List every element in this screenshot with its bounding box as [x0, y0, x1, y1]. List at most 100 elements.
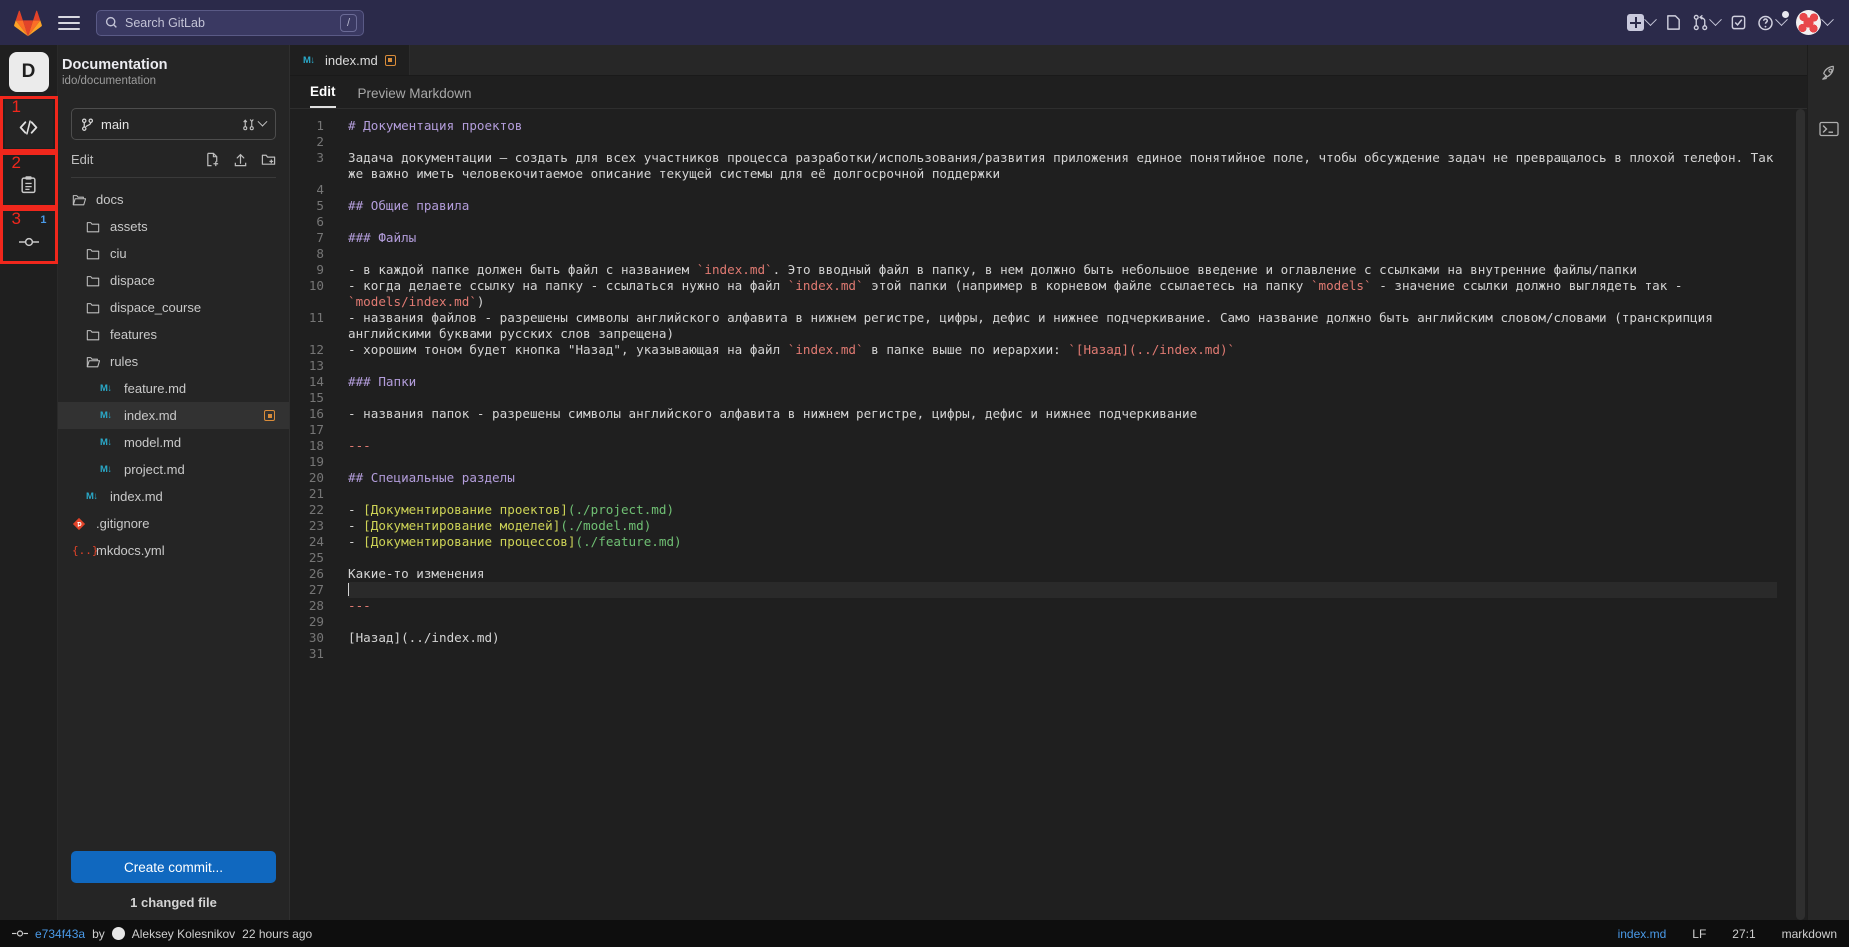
new-file-icon[interactable]: [205, 152, 220, 167]
file-tree-item-label: feature.md: [124, 381, 187, 396]
main-body: D 1 2 3 1 Documentation ido/documentatio…: [0, 45, 1849, 920]
create-commit-button[interactable]: Create commit...: [71, 851, 276, 883]
annotation-number-1: 1: [11, 97, 21, 116]
commit-author: Aleksey Kolesnikov: [131, 926, 236, 941]
git-file-icon: [72, 517, 88, 531]
file-tree-item[interactable]: dispace_course: [58, 294, 289, 321]
unsaved-changes-indicator-icon: [384, 54, 396, 66]
file-tree-item[interactable]: M↓ project.md: [58, 456, 289, 483]
line-number: 13: [308, 358, 324, 373]
create-new-button[interactable]: [1624, 10, 1658, 35]
file-tree-item[interactable]: .gitignore: [58, 510, 289, 537]
file-tree-item[interactable]: features: [58, 321, 289, 348]
search-input[interactable]: Search GitLab /: [96, 9, 364, 36]
folder-icon: [86, 301, 102, 315]
file-tree-item[interactable]: ciu: [58, 240, 289, 267]
folder-icon: [86, 328, 102, 342]
code-token: (./project.md): [567, 502, 675, 517]
line-number-gutter: 123 4 5 6 7 8 9 10 11 12 13 14 15 16 17 18 19 20 21 22 23…: [290, 118, 334, 920]
file-explorer-panel: Documentation ido/documentation main Edi…: [58, 45, 290, 920]
file-tree-item[interactable]: docs: [58, 186, 289, 213]
status-file-name[interactable]: index.md: [1618, 927, 1667, 941]
folder-open-icon: [86, 355, 102, 369]
file-tree-item[interactable]: M↓ index.md: [58, 402, 289, 429]
file-tree-item-label: mkdocs.yml: [96, 543, 165, 558]
file-tree-item-label: model.md: [124, 435, 182, 450]
code-token: ---: [348, 438, 371, 453]
hamburger-menu-icon[interactable]: [56, 10, 82, 36]
code-token: `[Назад](../index.md)`: [1068, 342, 1236, 357]
file-tree-item[interactable]: {..} mkdocs.yml: [58, 537, 289, 564]
terminal-button[interactable]: [1815, 115, 1843, 143]
yaml-file-icon: {..}: [72, 544, 99, 557]
commit-sha[interactable]: e734f43a: [35, 927, 85, 941]
line-number: 2: [316, 134, 324, 149]
branch-selector[interactable]: main: [71, 108, 276, 140]
project-avatar[interactable]: D: [8, 52, 49, 92]
code-token: `index.md`: [787, 278, 864, 293]
file-tree-toolbar: Edit: [71, 150, 276, 178]
user-menu-button[interactable]: [1793, 6, 1835, 39]
file-tree-item-label: dispace: [110, 273, 155, 288]
code-token: ### Файлы: [348, 230, 417, 245]
merge-requests-button[interactable]: [1689, 10, 1723, 35]
editor-tab-bar: M↓ index.md: [290, 45, 1807, 76]
code-content[interactable]: # Документация проектов Задача документа…: [334, 118, 1807, 920]
tab-edit[interactable]: Edit: [310, 84, 336, 108]
code-token: `index.md`: [696, 262, 773, 277]
rocket-button[interactable]: [1815, 59, 1843, 87]
markdown-file-icon: M↓: [100, 383, 112, 394]
code-line: Задача документации — создать для всех у…: [348, 150, 1777, 182]
upload-file-icon[interactable]: [233, 152, 248, 167]
file-tree-item[interactable]: M↓ feature.md: [58, 375, 289, 402]
file-tree-item[interactable]: dispace: [58, 267, 289, 294]
file-tree-item-label: docs: [96, 192, 124, 207]
code-token: - названия папок - разрешены символы анг…: [348, 406, 1198, 421]
tab-preview-markdown[interactable]: Preview Markdown: [358, 86, 472, 108]
line-number: 27: [308, 582, 324, 597]
code-line: - названия файлов - разрешены символы ан…: [348, 310, 1777, 342]
project-name: Documentation: [62, 57, 168, 74]
merge-request-small-icon: [243, 118, 254, 130]
todos-button[interactable]: [1727, 10, 1750, 35]
file-tree-item-label: .gitignore: [96, 516, 150, 531]
gitlab-logo-icon[interactable]: [14, 9, 42, 37]
editor-tab-index-md[interactable]: M↓ index.md: [290, 45, 410, 75]
line-number: 23: [308, 518, 324, 533]
author-avatar: [111, 927, 125, 940]
activity-bar-item-commit[interactable]: 3 1: [0, 208, 58, 264]
file-tree-item-label: features: [110, 327, 157, 342]
help-icon: [1758, 15, 1773, 30]
todos-checkbox-icon: [1731, 15, 1746, 30]
code-token: `models/index.md`: [348, 294, 477, 309]
line-number: 30: [308, 630, 324, 645]
file-tree-item[interactable]: rules: [58, 348, 289, 375]
file-tree-item[interactable]: M↓ model.md: [58, 429, 289, 456]
status-language-mode[interactable]: markdown: [1782, 927, 1837, 941]
new-directory-icon[interactable]: [261, 152, 276, 167]
file-tree-item-label: assets: [110, 219, 148, 234]
help-button[interactable]: [1754, 10, 1789, 36]
status-cursor-position[interactable]: 27:1: [1732, 927, 1755, 941]
editor-scrollbar[interactable]: [1796, 109, 1805, 920]
file-tree-item[interactable]: assets: [58, 213, 289, 240]
line-number: 9: [316, 262, 324, 277]
code-token: Какие-то изменения: [348, 566, 485, 581]
code-line: ### Папки: [348, 374, 1777, 390]
activity-bar-item-review[interactable]: 2: [0, 152, 58, 208]
chevron-down-icon: [1644, 13, 1657, 27]
file-tree-item[interactable]: M↓ index.md: [58, 483, 289, 510]
code-editor[interactable]: 123 4 5 6 7 8 9 10 11 12 13 14 15 16 17 18 19 20 21 22 23…: [290, 109, 1807, 920]
issues-button[interactable]: [1662, 10, 1685, 35]
code-line: [Назад](../index.md): [348, 630, 1777, 646]
plus-icon: [1627, 14, 1644, 31]
activity-bar-item-edit[interactable]: 1: [0, 96, 58, 152]
line-number-spacer: [290, 326, 324, 342]
status-eol[interactable]: LF: [1692, 927, 1706, 941]
file-tree-item-label: index.md: [110, 489, 163, 504]
file-tree-item-label: dispace_course: [110, 300, 202, 315]
code-line: - хорошим тоном будет кнопка "Назад", ук…: [348, 342, 1777, 358]
